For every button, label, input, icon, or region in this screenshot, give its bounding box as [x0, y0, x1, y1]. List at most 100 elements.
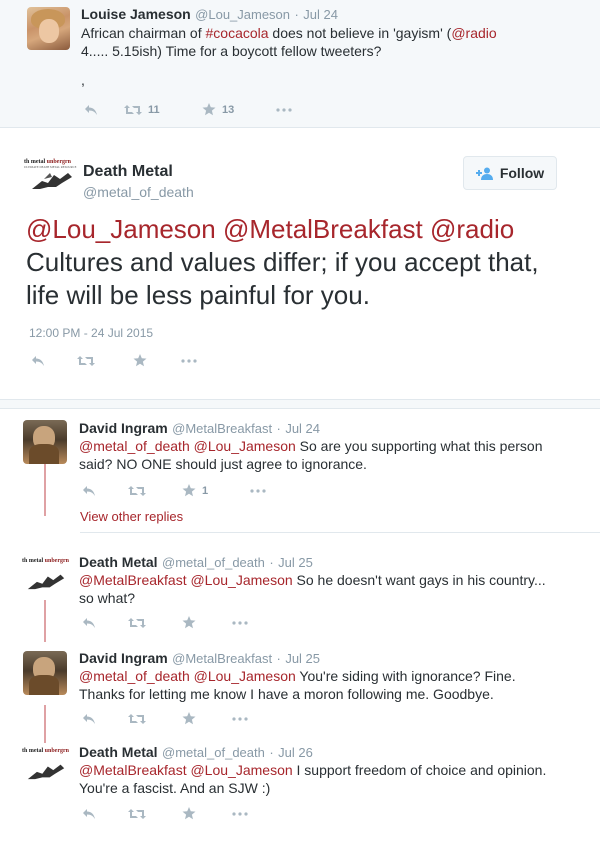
reply-button[interactable] — [82, 485, 128, 497]
retweet-icon — [77, 355, 95, 366]
retweet-button[interactable] — [128, 617, 182, 629]
more-button[interactable] — [232, 716, 248, 721]
favorite-button[interactable]: 1 — [182, 484, 250, 497]
retweet-button[interactable] — [77, 355, 133, 367]
more-button[interactable] — [232, 620, 248, 625]
follow-user-icon — [475, 167, 493, 180]
tweet-time[interactable]: Jul 26 — [278, 745, 313, 760]
separator: · — [294, 7, 299, 22]
thread-line — [44, 705, 46, 743]
user-name[interactable]: David Ingram — [79, 420, 168, 436]
star-icon — [182, 712, 196, 725]
more-button[interactable] — [250, 488, 266, 493]
main-tweet-author: Death Metal @metal_of_death — [83, 163, 194, 200]
tweet-actions — [82, 712, 248, 725]
favorite-button[interactable] — [182, 616, 232, 629]
more-icon — [250, 488, 266, 493]
view-other-replies-link[interactable]: View other replies — [80, 509, 183, 524]
tweet-time[interactable]: Jul 25 — [278, 555, 313, 570]
logo-figure-icon — [27, 764, 65, 780]
avatar[interactable]: th metal unbergrn — [22, 748, 70, 786]
retweet-button[interactable] — [128, 713, 182, 725]
text-segment: 4..... 5.15ish) Time for a boycott fello… — [81, 43, 382, 59]
user-handle[interactable]: @metal_of_death — [83, 184, 194, 200]
tweet-text: African chairman of #cocacola does not b… — [81, 24, 521, 60]
reply-icon — [83, 713, 95, 724]
favorite-button[interactable] — [182, 712, 232, 725]
follow-button[interactable]: Follow — [463, 156, 557, 190]
mention-links[interactable]: @MetalBreakfast @Lou_Jameson — [79, 762, 293, 778]
tweet-time[interactable]: Jul 24 — [303, 7, 338, 22]
avatar[interactable] — [23, 420, 67, 464]
reply-icon — [83, 485, 95, 496]
retweet-icon — [124, 104, 142, 115]
user-handle[interactable]: @metal_of_death — [162, 745, 265, 760]
retweet-icon — [128, 808, 146, 819]
logo-text: unbergrn — [44, 558, 70, 564]
user-handle[interactable]: @MetalBreakfast — [172, 651, 272, 666]
reply-button[interactable] — [82, 617, 128, 629]
divider — [80, 532, 600, 533]
mention-links[interactable]: @Lou_Jameson @MetalBreakfast @radio — [26, 214, 514, 244]
retweet-button[interactable] — [128, 808, 182, 820]
avatar[interactable]: th metal unbergrn ULTIMATE DEATH METAL R… — [24, 159, 76, 193]
favorite-button[interactable] — [182, 807, 232, 820]
favorite-button[interactable] — [133, 354, 181, 367]
more-icon — [232, 811, 248, 816]
retweet-button[interactable]: 11 — [124, 104, 202, 116]
favorite-count: 13 — [222, 103, 235, 116]
user-name[interactable]: David Ingram — [79, 650, 168, 666]
reply-button[interactable] — [82, 713, 128, 725]
hashtag-link[interactable]: #cocacola — [206, 25, 269, 41]
reply-button[interactable] — [84, 104, 124, 116]
mention-link[interactable]: @radio — [451, 25, 496, 41]
user-handle[interactable]: @metal_of_death — [162, 555, 265, 570]
separator: · — [269, 745, 274, 760]
follow-label: Follow — [499, 165, 545, 181]
divider — [0, 399, 600, 409]
tweet-actions: 1 — [82, 484, 266, 497]
reply-text: @metal_of_death @Lou_Jameson So are you … — [79, 437, 549, 473]
text-segment: African chairman of — [81, 25, 206, 41]
reply-header: David Ingram @MetalBreakfast · Jul 25 — [79, 650, 320, 668]
avatar[interactable]: th metal unbergrn — [22, 558, 70, 596]
user-name[interactable]: Louise Jameson — [81, 6, 191, 22]
tweet-header: Louise Jameson @Lou_Jameson · Jul 24 — [81, 6, 338, 24]
retweet-button[interactable] — [128, 485, 182, 497]
tweet-extra-line: , — [81, 72, 85, 88]
tweet-actions — [82, 616, 248, 629]
text-segment: does not believe in 'gayism' ( — [268, 25, 452, 41]
more-button[interactable] — [232, 811, 248, 816]
tweet-actions — [31, 354, 197, 367]
reply-button[interactable] — [82, 808, 128, 820]
user-name[interactable]: Death Metal — [79, 744, 158, 760]
reply-button[interactable] — [31, 355, 77, 367]
tweet-timestamp[interactable]: 12:00 PM - 24 Jul 2015 — [29, 326, 153, 340]
more-icon — [181, 358, 197, 363]
reply-icon — [32, 355, 44, 366]
user-name[interactable]: Death Metal — [79, 554, 158, 570]
mention-links[interactable]: @metal_of_death @Lou_Jameson — [79, 438, 296, 454]
user-handle[interactable]: @MetalBreakfast — [172, 421, 272, 436]
tweet-actions — [82, 807, 248, 820]
user-handle[interactable]: @Lou_Jameson — [195, 7, 290, 22]
tweet-time[interactable]: Jul 25 — [285, 651, 320, 666]
favorite-button[interactable]: 13 — [202, 103, 276, 116]
mention-links[interactable]: @MetalBreakfast @Lou_Jameson — [79, 572, 293, 588]
logo-figure-icon — [32, 173, 72, 189]
mention-links[interactable]: @metal_of_death @Lou_Jameson — [79, 668, 296, 684]
thread-line — [44, 600, 46, 642]
more-button[interactable] — [276, 107, 292, 112]
logo-text: th metal — [22, 748, 44, 754]
tweet-time[interactable]: Jul 24 — [285, 421, 320, 436]
thread-line — [44, 464, 46, 516]
avatar[interactable] — [27, 7, 70, 50]
more-button[interactable] — [181, 358, 197, 363]
user-name[interactable]: Death Metal — [83, 163, 194, 181]
reply-icon — [83, 617, 95, 628]
retweet-icon — [128, 485, 146, 496]
reply-header: David Ingram @MetalBreakfast · Jul 24 — [79, 420, 320, 438]
avatar[interactable] — [23, 651, 67, 695]
main-tweet-text: @Lou_Jameson @MetalBreakfast @radio Cult… — [26, 213, 574, 312]
favorite-count: 1 — [202, 484, 209, 497]
